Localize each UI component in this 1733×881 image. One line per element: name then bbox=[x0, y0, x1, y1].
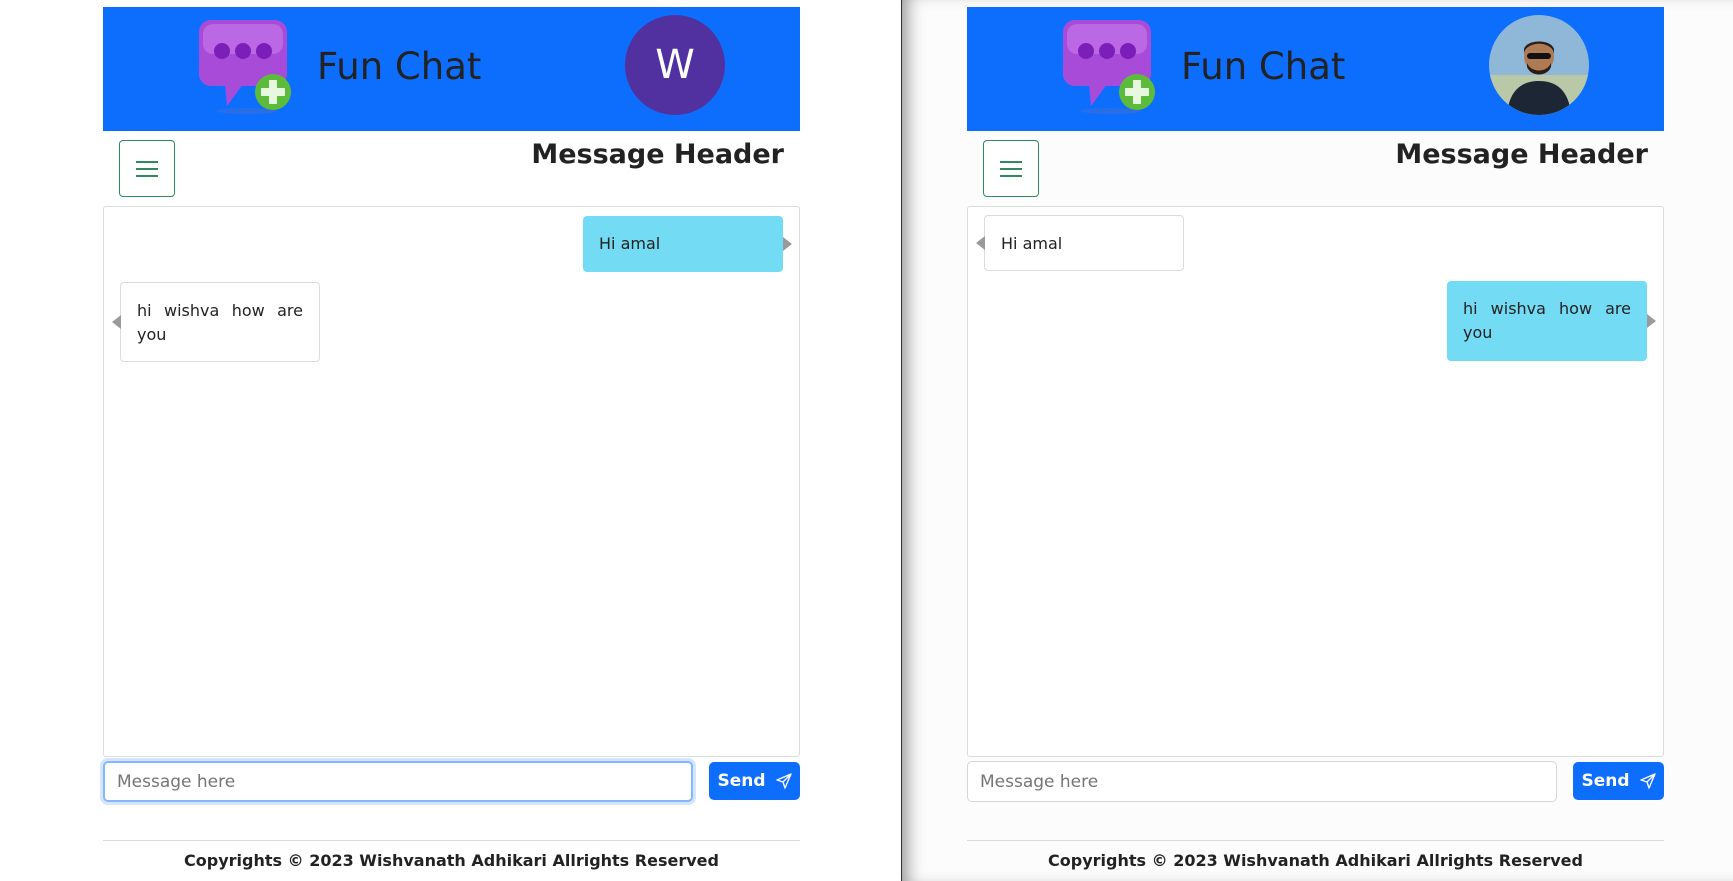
send-button[interactable]: Send bbox=[709, 762, 800, 800]
message-bubble-received: hi wishva how are you bbox=[112, 282, 320, 362]
hamburger-icon bbox=[136, 160, 158, 177]
bubble-tail bbox=[1647, 314, 1656, 328]
message-list[interactable]: Hi amal hi wishva how are you bbox=[103, 206, 800, 757]
message-bubble-sent: Hi amal bbox=[583, 216, 792, 272]
app-name: Fun Chat bbox=[1181, 45, 1346, 88]
message-text: Hi amal bbox=[1001, 234, 1063, 253]
chat-bubble-plus-icon bbox=[199, 20, 291, 114]
message-header: Message Header bbox=[1395, 139, 1648, 170]
send-label: Send bbox=[1581, 771, 1630, 791]
message-text: hi wishva how are you bbox=[137, 301, 303, 344]
footer-copyright: Copyrights © 2023 Wishvanath Adhikari Al… bbox=[184, 851, 719, 870]
message-list[interactable]: Hi amal hi wishva how are you bbox=[967, 206, 1664, 757]
bubble-tail bbox=[976, 236, 985, 250]
profile-photo-icon bbox=[1489, 15, 1589, 115]
send-label: Send bbox=[717, 771, 766, 791]
footer-divider bbox=[103, 840, 800, 841]
chat-window-right: Fun Chat Message Header Hi amal hi wishv… bbox=[902, 0, 1733, 881]
bubble-tail bbox=[112, 315, 121, 329]
message-input[interactable] bbox=[967, 761, 1557, 802]
message-input[interactable] bbox=[103, 761, 693, 802]
message-bubble-received: Hi amal bbox=[976, 215, 1184, 271]
footer-divider bbox=[967, 840, 1664, 841]
chat-app-right: Fun Chat Message Header Hi amal hi wishv… bbox=[967, 0, 1664, 881]
paper-plane-icon bbox=[775, 773, 792, 789]
paper-plane-icon bbox=[1639, 773, 1656, 789]
chat-app-left: Fun Chat W Message Header Hi amal hi wis… bbox=[103, 0, 800, 881]
app-header: Fun Chat bbox=[967, 7, 1664, 131]
message-bubble-sent: hi wishva how are you bbox=[1447, 281, 1656, 361]
hamburger-icon bbox=[1000, 160, 1022, 177]
message-text: Hi amal bbox=[599, 234, 661, 253]
message-header: Message Header bbox=[531, 139, 784, 170]
message-text: hi wishva how are you bbox=[1463, 299, 1631, 342]
bubble-tail bbox=[783, 237, 792, 251]
app-name: Fun Chat bbox=[317, 45, 482, 88]
chat-window-left: Fun Chat W Message Header Hi amal hi wis… bbox=[0, 0, 902, 881]
footer-copyright: Copyrights © 2023 Wishvanath Adhikari Al… bbox=[1048, 851, 1583, 870]
menu-toggle-button[interactable] bbox=[983, 140, 1039, 197]
send-button[interactable]: Send bbox=[1573, 762, 1664, 800]
chat-bubble-plus-icon bbox=[1063, 20, 1155, 114]
user-avatar-photo[interactable] bbox=[1489, 15, 1589, 115]
app-header: Fun Chat W bbox=[103, 7, 800, 131]
user-avatar[interactable]: W bbox=[625, 15, 725, 115]
menu-toggle-button[interactable] bbox=[119, 140, 175, 197]
